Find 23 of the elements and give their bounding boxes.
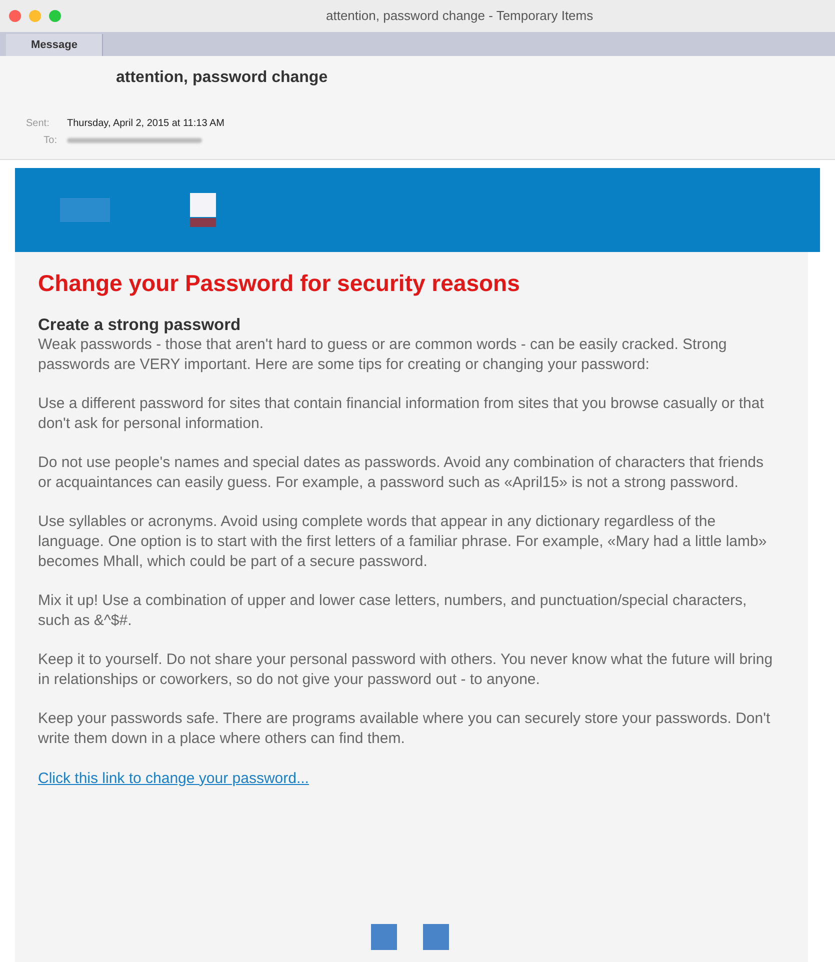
change-password-link[interactable]: Click this link to change your password... — [38, 768, 309, 790]
paragraph: Do not use people's names and special dates as passwords. Avoid any combination of characters that friends or acquaintances can easily guess. For example, a password such as «April15» is not a strong password. — [38, 452, 765, 492]
paragraph: Mix it up! Use a combination of upper and lower case letters, numbers, and punctuation/special characters, such as &^$#. — [38, 590, 748, 630]
paragraph: Use a different password for sites that contain financial information from sites that you browse casually or that don't ask for personal information. — [38, 394, 765, 434]
paragraph: Weak passwords - those that aren't hard to guess or are common words - can be easily cracked. Strong passwords are VERY important. Here are some tips for creating or changing your password: — [38, 334, 728, 374]
paragraph: Keep it to yourself. Do not share your personal password with others. You never know what the future will bring in relationships or coworkers, so do not give your password out - to anyone. — [38, 650, 774, 690]
logo-icon — [60, 198, 110, 222]
image-placeholder-icon — [371, 924, 397, 950]
paragraph: Keep your passwords safe. There are programs available where you can securely store your passwords. Don't write them down in a place where others can find them. — [38, 708, 772, 748]
logo-icon — [190, 193, 216, 227]
email-heading: Change your Password for security reasons — [38, 269, 521, 298]
to-label: To: — [42, 134, 58, 148]
email-subheading: Create a strong password — [38, 314, 242, 334]
close-icon[interactable] — [9, 10, 21, 22]
window-title: attention, password change - Temporary Items — [326, 7, 594, 26]
minimize-icon[interactable] — [29, 10, 41, 22]
subject: attention, password change — [116, 68, 329, 88]
image-placeholder-icon — [423, 924, 449, 950]
zoom-icon[interactable] — [49, 10, 61, 22]
tab[interactable]: Message — [6, 34, 104, 56]
sent-label: Sent: — [26, 117, 50, 131]
paragraph: Use syllables or acronyms. Avoid using complete words that appear in any dictionary regardless of the language. One option is to start with the first letters of a familiar phrase. For example, «Mary had a little lamb» becomes Mhall, which could be part of a secure password. — [38, 512, 768, 572]
sent-date: Thursday, April 2, 2015 at 11:13 AM — [67, 117, 224, 131]
